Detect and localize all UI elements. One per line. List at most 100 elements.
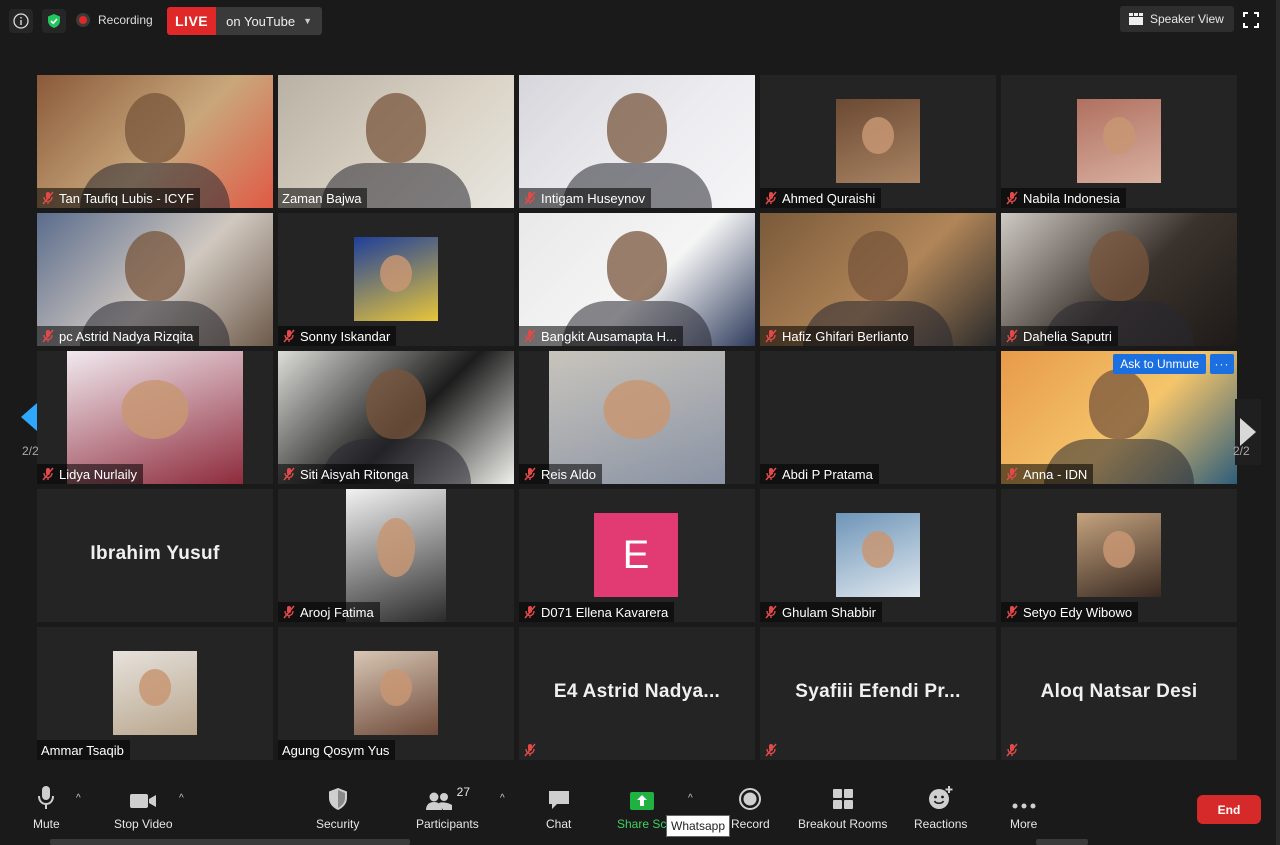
reactions-button[interactable]: Reactions [914,785,967,831]
participant-photo [836,513,920,597]
participant-tile[interactable]: Ahmed Quraishi [760,75,996,208]
participant-face [377,518,415,577]
breakout-rooms-button[interactable]: Breakout Rooms [798,785,887,831]
participant-name-tag: Siti Aisyah Ritonga [278,464,415,484]
security-button[interactable]: Security [316,785,359,831]
speaker-view-button[interactable]: Speaker View [1120,6,1234,32]
info-icon[interactable] [9,9,33,33]
participant-tile[interactable]: Ibrahim Yusuf [37,489,273,622]
participant-name-tag: Sonny Iskandar [278,326,397,346]
participant-tile[interactable]: E4 Astrid Nadya... [519,627,755,760]
participant-name-tag: Lidya Nurlaily [37,464,144,484]
participant-tile[interactable]: Zaman Bajwa [278,75,514,208]
tile-more-options-icon[interactable]: ··· [1210,354,1234,374]
stop-video-button[interactable]: Stop Video [114,785,173,831]
chat-bubble-icon [547,785,571,811]
participant-tile[interactable]: Ask to Unmute ··· Anna - IDN [1001,351,1237,484]
ask-to-unmute-button[interactable]: Ask to Unmute [1113,354,1206,374]
participant-tile[interactable]: Aloq Natsar Desi [1001,627,1237,760]
speaker-view-icon [1129,13,1143,25]
participant-name-tag [760,740,784,760]
participant-tile[interactable]: Setyo Edy Wibowo [1001,489,1237,622]
participant-name-tag: Ahmed Quraishi [760,188,882,208]
participant-tile[interactable]: Siti Aisyah Ritonga [278,351,514,484]
participant-name: Intigam Huseynov [541,190,646,206]
participant-tile[interactable]: Agung Qosym Yus [278,627,514,760]
participant-name: Lidya Nurlaily [59,466,138,482]
reactions-label: Reactions [914,817,968,831]
participant-name-tag: Nabila Indonesia [1001,188,1126,208]
breakout-rooms-label: Breakout Rooms [798,817,888,831]
participant-photo [354,651,438,735]
participant-name: Setyo Edy Wibowo [1023,604,1133,620]
participant-name-tag: Agung Qosym Yus [278,740,396,760]
participant-tile[interactable]: Hafiz Ghifari Berlianto [760,213,996,346]
participant-silhouette [366,369,426,439]
participant-silhouette [366,93,426,163]
participant-tile[interactable]: Syafiii Efendi Pr... [760,627,996,760]
microphone-icon [36,785,56,811]
share-options-chevron-icon[interactable]: ^ [688,793,693,804]
participant-tile[interactable]: Dahelia Saputri [1001,213,1237,346]
participant-face [380,255,412,293]
participant-name: Agung Qosym Yus [282,742,390,758]
share-screen-button[interactable]: Share Sc [617,785,666,831]
previous-page-arrow[interactable] [17,399,41,435]
participant-tile[interactable]: Intigam Huseynov [519,75,755,208]
participant-tile[interactable]: Ammar Tsaqib [37,627,273,760]
participant-display-name: Ibrahim Yusuf [90,543,220,564]
participant-silhouette [607,93,667,163]
video-options-chevron-icon[interactable]: ^ [179,793,184,804]
muted-microphone-icon [523,329,537,343]
chat-button[interactable]: Chat [546,785,571,831]
participant-name-tag: D071 Ellena Kavarera [519,602,675,622]
participant-tile[interactable]: Abdi P Pratama [760,351,996,484]
mute-options-chevron-icon[interactable]: ^ [76,793,81,804]
participant-name-tag: pc Astrid Nadya Rizqita [37,326,200,346]
participant-tile[interactable]: Sonny Iskandar [278,213,514,346]
page-indicator-right: 2/2 [1233,444,1250,458]
participant-silhouette [848,231,908,301]
video-camera-icon [129,785,157,811]
record-dot-icon [76,13,90,27]
participant-silhouette [607,231,667,301]
security-label: Security [316,817,360,831]
share-screen-label: Share Sc [617,817,667,831]
participant-name-tag [519,740,543,760]
muted-microphone-icon [764,605,778,619]
muted-microphone-icon [523,743,537,757]
caret-down-icon: ▼ [303,16,312,26]
participant-tile[interactable]: Arooj Fatima [278,489,514,622]
security-shield-icon[interactable] [42,9,66,33]
recording-indicator[interactable]: Recording [76,8,153,32]
participant-display-name: Syafiii Efendi Pr... [795,681,961,702]
participants-button[interactable]: 27 Participants [416,785,479,831]
participant-tile[interactable]: Bangkit Ausamapta H... [519,213,755,346]
participant-tile[interactable]: Lidya Nurlaily [37,351,273,484]
participant-tile[interactable]: E D071 Ellena Kavarera [519,489,755,622]
end-meeting-button[interactable]: End [1197,795,1261,824]
participant-face [862,117,894,155]
muted-microphone-icon [1005,329,1019,343]
muted-microphone-icon [41,329,55,343]
participants-options-chevron-icon[interactable]: ^ [500,793,505,804]
chat-label: Chat [546,817,572,831]
participant-tile[interactable]: Reis Aldo [519,351,755,484]
record-button[interactable]: Record [731,785,770,831]
live-stream-dropdown[interactable]: LIVE on YouTube ▼ [167,7,322,35]
zoom-meeting-window: Recording LIVE on YouTube ▼ Speaker View… [0,0,1280,845]
participant-tile[interactable]: Ghulam Shabbir [760,489,996,622]
participant-tile[interactable]: Nabila Indonesia [1001,75,1237,208]
participant-name-tag: Zaman Bajwa [278,188,368,208]
muted-microphone-icon [282,605,296,619]
fullscreen-icon[interactable] [1243,12,1259,28]
participants-icon: 27 [425,785,470,811]
mute-button[interactable]: Mute [33,785,60,831]
participant-tile[interactable]: pc Astrid Nadya Rizqita [37,213,273,346]
muted-microphone-icon [1005,191,1019,205]
more-button[interactable]: More [1010,785,1037,831]
participant-tile[interactable]: Tan Taufiq Lubis - ICYF [37,75,273,208]
taskbar-strip [50,839,410,845]
participant-face [1103,531,1135,569]
mute-label: Mute [33,817,60,831]
